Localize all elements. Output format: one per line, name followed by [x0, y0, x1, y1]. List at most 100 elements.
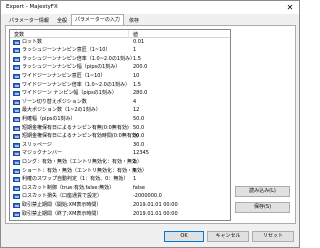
- parameter-value[interactable]: 12345: [133, 150, 149, 157]
- parameter-value[interactable]: 30.0: [133, 142, 144, 149]
- parameter-name: 利確幅（pipsの1刻み）: [22, 116, 76, 122]
- tab-panel: 変数 値 ロット数 0.01 ラッシュジーンナンピン意匠（1~10） 1 ラッシュジーン…: [5, 25, 296, 224]
- parameter-icon: [13, 134, 20, 140]
- parameter-value[interactable]: false: [133, 185, 145, 192]
- parameter-value[interactable]: 4: [133, 99, 136, 106]
- table-row[interactable]: 取引禁止期間（開始;XM表示時間） 2019.01.01 00:00: [10, 202, 230, 209]
- parameter-icon: [13, 185, 20, 191]
- parameter-name: 最大ポジション数（1~2の1刻み）: [22, 107, 101, 114]
- parameter-icon: [13, 211, 20, 217]
- window-title: Expert - MajestyFX: [6, 4, 58, 10]
- table-row[interactable]: ワイドジーンナンピン倍率（1.0~2.0の1刻み） 1.5: [10, 82, 230, 89]
- parameter-icon: [13, 91, 20, 97]
- parameter-name: ラッシュジーンナンピン意匠（1~10）: [22, 47, 111, 54]
- expert-properties-window: Expert - MajestyFX ✕ パラメーター情報 全般 パラメーターの…: [0, 0, 300, 248]
- parameter-name: 取引禁止期間（開始;XM表示時間）: [22, 202, 102, 208]
- parameter-icon: [13, 125, 20, 131]
- save-button[interactable]: 保存(S): [235, 202, 290, 213]
- parameter-name: マジックナンバー: [22, 150, 63, 157]
- cancel-button[interactable]: キャンセル: [207, 231, 249, 242]
- table-row[interactable]: 利確幅（pipsの1刻み） 50.0: [10, 116, 230, 123]
- parameter-name: ロット数: [22, 38, 43, 45]
- parameter-value[interactable]: 2019.01.01 00:00: [133, 202, 178, 209]
- parameter-name: ワイドジーンナンピン意匠（1~10）: [22, 73, 106, 79]
- parameter-icon: [13, 117, 20, 122]
- parameter-icon: [13, 203, 20, 208]
- parameter-icon: [13, 56, 20, 62]
- table-row[interactable]: ワイドジーンナンピン意匠（1~10） 10: [10, 73, 230, 80]
- parameter-value[interactable]: 1.5: [133, 56, 141, 63]
- parameter-value[interactable]: 200.0: [133, 64, 147, 71]
- table-row[interactable]: ラッシュジーンナンピン倍率（1.0~2.0の1刻み） 1.5: [10, 56, 230, 63]
- parameter-icon: [13, 108, 20, 114]
- close-icon[interactable]: ✕: [285, 3, 295, 12]
- tab-input-parameters[interactable]: パラメーターの入力: [71, 14, 124, 25]
- parameter-icon: [13, 82, 20, 88]
- table-row[interactable]: ロット数 0.01: [10, 39, 230, 46]
- parameter-name: 短期金権保有日によるナンピン有効時間(0:0無有効): [22, 133, 139, 140]
- parameter-icon: [13, 99, 20, 105]
- table-row[interactable]: ショート：有効・無効（エントリ無効化：有効・無効） 1: [10, 168, 230, 175]
- parameter-value[interactable]: 1: [133, 47, 136, 54]
- column-header-value[interactable]: 値: [133, 31, 138, 38]
- parameter-value[interactable]: 2019.01.01 00:00: [133, 211, 178, 218]
- parameter-icon: [13, 48, 20, 54]
- table-row[interactable]: 最大ポジション数（1~2の1刻み） 12: [10, 107, 230, 114]
- table-row[interactable]: ロスカット損失（口座通貨で設定） -2000000.0: [10, 193, 230, 200]
- table-header: 変数 値: [10, 30, 230, 38]
- ok-button[interactable]: OK: [164, 231, 204, 242]
- parameter-value[interactable]: 1: [133, 159, 136, 166]
- table-row[interactable]: ラッシュジーンナンピン幅（pipsの1刻み） 200.0: [10, 64, 230, 71]
- parameter-name: ラッシュジーンナンピン倍率（1.0~2.0の1刻み）: [22, 55, 136, 62]
- table-row[interactable]: ゾーン切り替えポジション数 4: [10, 99, 230, 106]
- column-header-variable[interactable]: 変数: [14, 31, 24, 38]
- parameter-value[interactable]: 50.0: [133, 133, 144, 140]
- table-row[interactable]: 短期金権保有日によるナンピン有効時間(0:0無有効) 50.0: [10, 133, 230, 140]
- reset-button[interactable]: リセット: [252, 231, 294, 242]
- table-row[interactable]: 利確のスワップ自動判定（1：有効、0：無効） 1: [10, 176, 230, 183]
- parameter-name: ショート：有効・無効（エントリ無効化：有効・無効）: [22, 167, 148, 174]
- parameter-name: ゾーン切り替えポジション数: [22, 98, 87, 105]
- parameter-value[interactable]: 50.0: [133, 125, 144, 132]
- table-row[interactable]: 短期金権保有日によるナンピン有無(0:0無有効) 50.0: [10, 125, 230, 132]
- table-row[interactable]: 取引禁止期間（終了;XM表示時間） 2019.01.01 00:00: [10, 211, 230, 218]
- tab-dependencies[interactable]: 依存: [125, 16, 143, 25]
- column-divider[interactable]: [128, 30, 129, 38]
- parameter-name: 短期金権保有日によるナンピン有無(0:0無有効): [22, 124, 129, 131]
- parameter-value[interactable]: 50.0: [133, 116, 144, 123]
- parameter-name: ロスカット制御（true:有効,false:無効）: [22, 184, 115, 191]
- table-row[interactable]: ワイドジーン ナンピン幅（pipsの1刻み） 280.0: [10, 90, 230, 97]
- table-row[interactable]: ロスカット制御（true:有効,false:無効） false: [10, 185, 230, 192]
- parameter-name: 取引禁止期間（終了;XM表示時間）: [22, 210, 102, 217]
- parameter-value[interactable]: -2000000.0: [133, 193, 162, 200]
- load-button[interactable]: 読み込み(L): [235, 186, 290, 197]
- parameter-icon: [13, 177, 20, 183]
- table-row[interactable]: マジックナンバー 12345: [10, 150, 230, 157]
- title-bar: Expert - MajestyFX ✕: [1, 1, 299, 14]
- parameter-value[interactable]: 1.5: [133, 82, 141, 89]
- parameter-table[interactable]: 変数 値 ロット数 0.01 ラッシュジーンナンピン意匠（1~10） 1 ラッシュジーン…: [9, 29, 231, 221]
- parameter-icon: [13, 142, 20, 148]
- parameter-value[interactable]: 12: [133, 107, 139, 114]
- parameter-value[interactable]: 0.01: [133, 39, 144, 46]
- parameter-icon: [13, 39, 20, 45]
- parameter-value[interactable]: 10: [133, 73, 139, 80]
- parameter-name: ロング：有効・無効（エントリ無効化：有効・無効）: [22, 159, 143, 165]
- parameter-icon: [13, 74, 20, 79]
- parameter-name: 利確のスワップ自動判定（1：有効、0：無効）: [22, 176, 129, 183]
- parameter-icon: [13, 194, 20, 200]
- parameter-value[interactable]: 1: [133, 168, 136, 175]
- tab-parameter-info[interactable]: パラメーター情報: [5, 16, 53, 25]
- parameter-value[interactable]: 1: [133, 176, 136, 183]
- parameter-icon: [13, 160, 20, 165]
- parameter-name: スリッページ: [22, 141, 52, 148]
- table-row[interactable]: ラッシュジーンナンピン意匠（1~10） 1: [10, 47, 230, 54]
- parameter-icon: [13, 151, 20, 157]
- tab-general[interactable]: 全般: [53, 16, 71, 25]
- table-row[interactable]: スリッページ 30.0: [10, 142, 230, 149]
- parameter-name: ロスカット損失（口座通貨で設定）: [22, 193, 103, 200]
- table-row[interactable]: ロング：有効・無効（エントリ無効化：有効・無効） 1: [10, 159, 230, 166]
- parameter-value[interactable]: 280.0: [133, 90, 147, 97]
- parameter-icon: [13, 65, 20, 71]
- parameter-name: ワイドジーン ナンピン幅（pipsの1刻み）: [22, 90, 117, 97]
